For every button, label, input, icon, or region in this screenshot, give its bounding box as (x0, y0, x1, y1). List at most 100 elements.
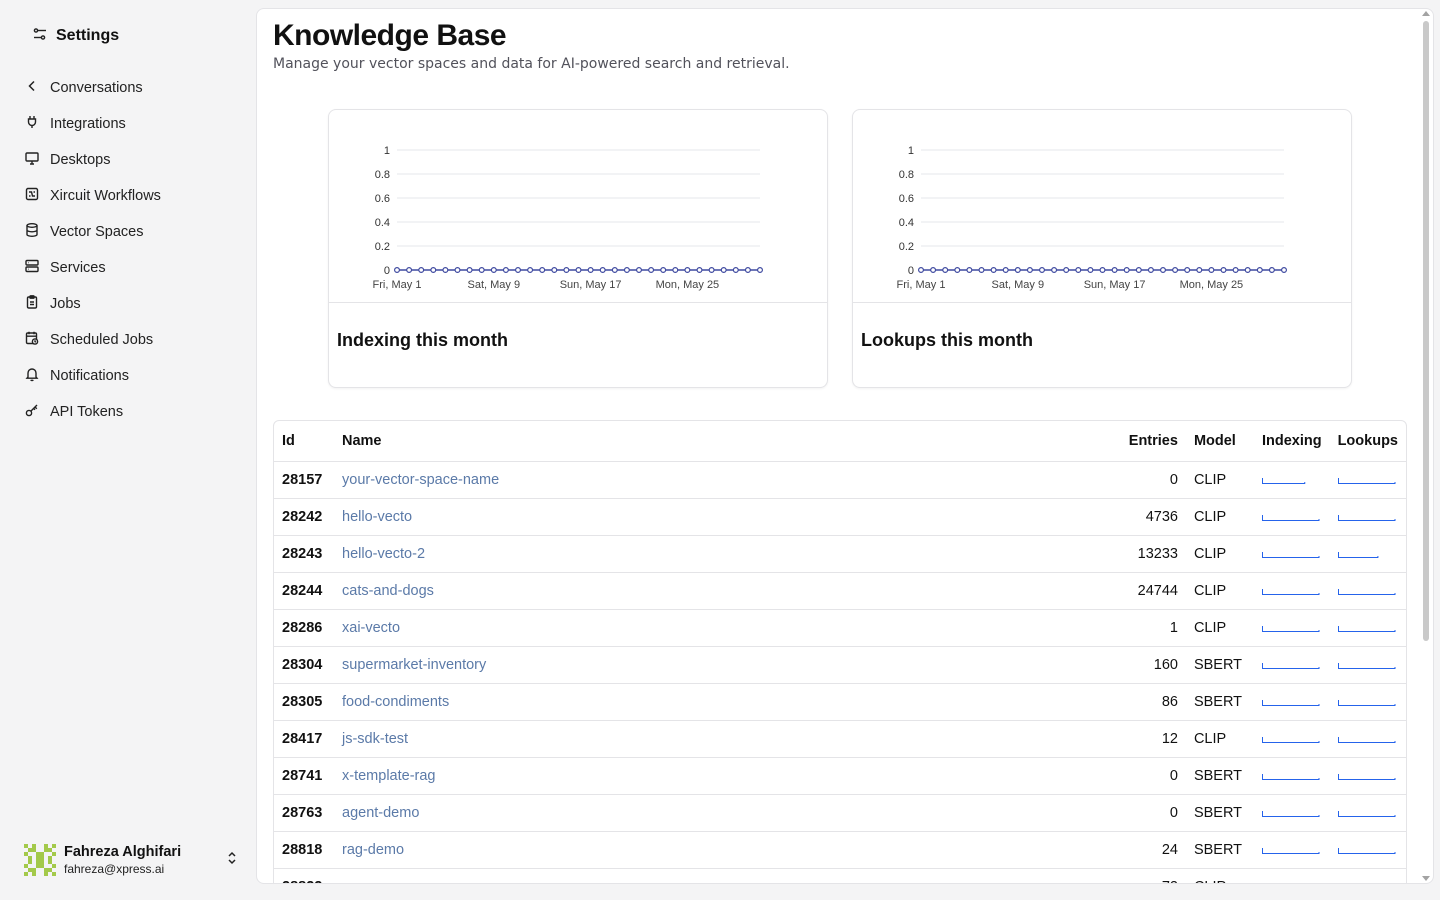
data-point (757, 267, 764, 274)
cell-name-link[interactable]: cats-and-dogs (334, 572, 1100, 610)
scroll-up-arrow[interactable] (1422, 11, 1430, 16)
y-tick-label: 1 (384, 145, 390, 157)
cell-name-link[interactable]: agent-demo (334, 794, 1100, 832)
table-row[interactable]: 28822rag72CLIP (274, 868, 1406, 884)
indexing-sparkline (1261, 626, 1320, 632)
cell-name-link[interactable]: hello-vecto (334, 498, 1100, 536)
cell-name-link[interactable]: rag (334, 868, 1100, 883)
col-header-id[interactable]: Id (274, 421, 334, 462)
database-icon (24, 222, 40, 242)
cell-indexing (1253, 720, 1330, 758)
page-title: Knowledge Base (273, 19, 507, 52)
table-row[interactable]: 28763 agent-demo 0 SBERT (274, 794, 1406, 832)
indexing-sparkline (1261, 478, 1306, 484)
cell-indexing (1253, 683, 1330, 721)
cell-name-link[interactable]: xai-vecto (334, 609, 1100, 647)
sidebar-item-conversations[interactable]: Conversations (16, 70, 240, 106)
scrollbar-thumb[interactable] (1423, 21, 1429, 641)
sidebar-item-label: Conversations (50, 80, 143, 96)
table-row[interactable]: 28305 food-condiments 86 SBERT (274, 683, 1406, 721)
table-row[interactable]: 28818 rag-demo 24 SBERT (274, 831, 1406, 869)
table-row[interactable]: 28157 your-vector-space-name 0 CLIP (274, 461, 1406, 499)
scroll-down-arrow[interactable] (1422, 876, 1430, 881)
cell-model: CLIP (1185, 461, 1254, 499)
data-point (648, 267, 655, 274)
data-point (527, 267, 534, 274)
table-body: 28157 your-vector-space-name 0 CLIP 28242 hel… (274, 461, 1406, 884)
cell-lookups (1329, 683, 1406, 721)
sidebar-item-integrations[interactable]: Integrations (16, 106, 240, 142)
cell-name-link[interactable]: x-template-rag (334, 757, 1100, 795)
data-point (406, 267, 413, 274)
cell-id: 28822 (274, 868, 334, 883)
col-header-indexing[interactable]: Indexing (1253, 421, 1330, 462)
cell-name-link[interactable]: your-vector-space-name (334, 461, 1100, 499)
cell-indexing (1253, 646, 1330, 684)
lookups-sparkline (1338, 883, 1396, 884)
y-tick-label: 0.4 (375, 217, 390, 229)
data-point (430, 267, 437, 274)
cell-name-link[interactable]: js-sdk-test (334, 720, 1100, 758)
table-row[interactable]: 28304 supermarket-inventory 160 SBERT (274, 646, 1406, 684)
cell-id: 28305 (274, 683, 334, 721)
cell-entries: 160 (1099, 646, 1186, 684)
table-row[interactable]: 28244 cats-and-dogs 24744 CLIP (274, 572, 1406, 610)
data-point (575, 267, 582, 274)
cell-name-link[interactable]: hello-vecto-2 (334, 535, 1100, 573)
cell-model: SBERT (1185, 831, 1254, 869)
lookups-sparkline (1337, 552, 1378, 558)
user-menu[interactable]: Fahreza Alghifari fahreza@xpress.ai (24, 840, 240, 880)
sidebar-item-label: Desktops (50, 152, 111, 168)
indexing-sparkline (1261, 663, 1320, 669)
data-point (978, 267, 985, 274)
sidebar-item-api-tokens[interactable]: API Tokens (16, 394, 240, 430)
sidebar-item-services[interactable]: Services (16, 250, 240, 286)
cell-entries: 0 (1099, 794, 1186, 832)
settings-title: Settings (56, 27, 120, 44)
calendar-clock-icon (24, 330, 40, 350)
sidebar-item-label: Vector Spaces (50, 224, 144, 240)
x-tick-label: Sun, May 17 (560, 279, 622, 291)
cell-lookups (1329, 646, 1406, 684)
cell-id: 28243 (274, 535, 334, 573)
cell-name-link[interactable]: rag-demo (334, 831, 1100, 869)
indexing-sparkline (1261, 774, 1320, 780)
cell-id: 28242 (274, 498, 334, 536)
cell-name-link[interactable]: supermarket-inventory (334, 646, 1100, 684)
cell-indexing (1253, 535, 1330, 573)
cell-name-link[interactable]: food-condiments (334, 683, 1100, 721)
col-header-model[interactable]: Model (1185, 421, 1254, 462)
sidebar-item-notifications[interactable]: Notifications (16, 358, 240, 394)
data-point (611, 267, 618, 274)
sidebar-item-xircuit-workflows[interactable]: Xircuit Workflows (16, 178, 240, 214)
cell-model: CLIP (1185, 572, 1254, 610)
cell-model: SBERT (1185, 683, 1254, 721)
settings-header: Settings (32, 24, 119, 48)
cell-lookups (1329, 572, 1406, 610)
cell-indexing (1253, 461, 1330, 499)
data-point (1075, 267, 1082, 274)
indexing-sparkline (1261, 552, 1320, 558)
table-row[interactable]: 28286 xai-vecto 1 CLIP (274, 609, 1406, 647)
table-row[interactable]: 28242 hello-vecto 4736 CLIP (274, 498, 1406, 536)
table-row[interactable]: 28243 hello-vecto-2 13233 CLIP (274, 535, 1406, 573)
table-row[interactable]: 28741 x-template-rag 0 SBERT (274, 757, 1406, 795)
col-header-entries[interactable]: Entries (1099, 421, 1186, 462)
y-tick-label: 0 (384, 265, 390, 277)
cell-entries: 86 (1099, 683, 1186, 721)
sidebar-item-vector-spaces[interactable]: Vector Spaces (16, 214, 240, 250)
sidebar-item-scheduled-jobs[interactable]: Scheduled Jobs (16, 322, 240, 358)
sidebar-item-desktops[interactable]: Desktops (16, 142, 240, 178)
sidebar-item-jobs[interactable]: Jobs (16, 286, 240, 322)
sparkline-path (1337, 552, 1378, 558)
col-header-name[interactable]: Name (334, 421, 1100, 462)
indexing-card: 0 0.2 0.4 0.6 0.8 1 Fri, May 1 Sat, May 9 Sun, M… (328, 109, 828, 388)
data-point (1196, 267, 1203, 274)
cell-entries: 24 (1099, 831, 1186, 869)
table-row[interactable]: 28417 js-sdk-test 12 CLIP (274, 720, 1406, 758)
cell-indexing (1253, 572, 1330, 610)
lookups-sparkline (1337, 626, 1396, 632)
col-header-lookups[interactable]: Lookups (1329, 421, 1406, 462)
data-point (393, 267, 400, 274)
y-tick-label: 0.8 (899, 169, 914, 181)
